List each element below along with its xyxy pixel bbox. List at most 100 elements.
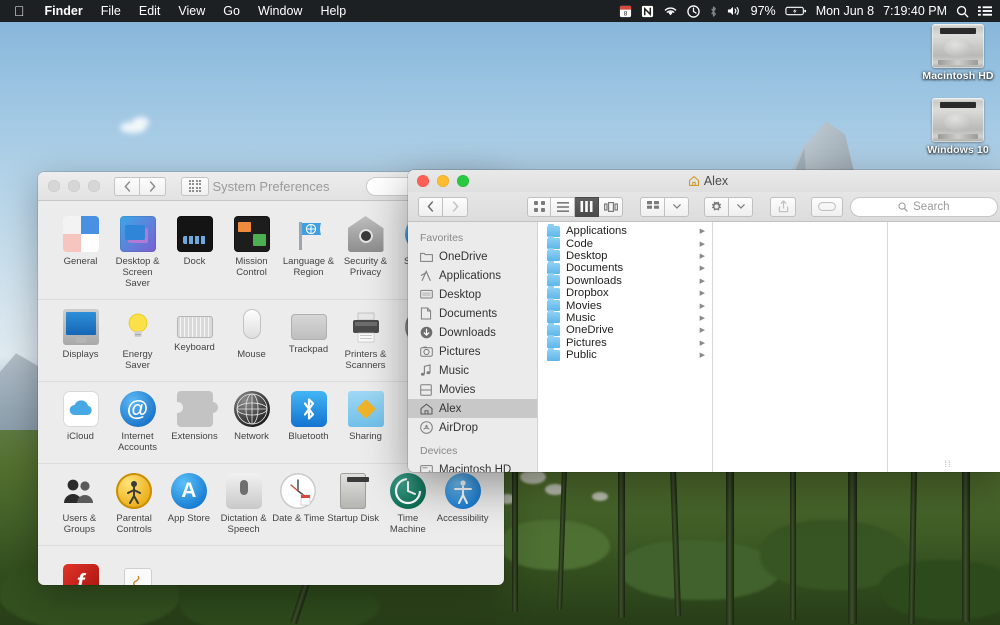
pref-pane-extensions[interactable]: Extensions (166, 391, 223, 453)
sidebar-item-alex[interactable]: Alex (408, 399, 537, 418)
file-row[interactable]: Music ▶ (538, 310, 712, 324)
pref-pane-internet-accounts[interactable]: @ Internet Accounts (109, 391, 166, 453)
pref-pane-flash-player[interactable]: f Flash Player (52, 564, 109, 585)
arrange-by-icon[interactable] (640, 196, 665, 217)
menu-item-go[interactable]: Go (214, 0, 249, 22)
pref-pane-accessibility[interactable]: Accessibility (435, 473, 490, 535)
menubar-time[interactable]: 7:19:40 PM (883, 4, 947, 18)
sidebar-item-music[interactable]: Music (408, 361, 537, 380)
pref-pane-dock[interactable]: Dock (166, 216, 223, 289)
apple-logo-icon[interactable]:  (10, 0, 36, 22)
file-row[interactable]: Code ▶ (538, 236, 712, 250)
battery-charging-icon[interactable] (785, 0, 807, 22)
pref-pane-dictation-speech[interactable]: Dictation & Speech (216, 473, 271, 535)
notes-icon[interactable] (641, 0, 654, 22)
file-row[interactable]: OneDrive ▶ (538, 322, 712, 336)
pref-pane-desktop-screensaver[interactable]: Desktop & Screen Saver (109, 216, 166, 289)
calendar-icon[interactable]: 8 (619, 0, 632, 22)
finder-column-2[interactable] (713, 222, 888, 472)
pref-pane-time-machine[interactable]: Time Machine (381, 473, 436, 535)
pref-pane-printers-scanners[interactable]: Printers & Scanners (337, 309, 394, 371)
notification-center-icon[interactable] (978, 0, 992, 22)
sidebar-item-documents[interactable]: Documents (408, 304, 537, 323)
sidebar-item-movies[interactable]: Movies (408, 380, 537, 399)
pref-pane-mouse[interactable]: Mouse (223, 309, 280, 371)
back-button[interactable] (418, 196, 443, 217)
minimize-button[interactable] (437, 175, 449, 187)
action-menu-button[interactable] (704, 196, 753, 217)
menu-item-finder[interactable]: Finder (36, 0, 92, 22)
pref-pane-icloud[interactable]: iCloud (52, 391, 109, 453)
icon-view-icon[interactable] (527, 196, 551, 217)
file-row[interactable]: Public ▶ (538, 347, 712, 361)
finder-search-input[interactable]: Search (849, 196, 998, 217)
finder-column-1[interactable]: Applications ▶ Code ▶ Desktop ▶ Documents ▶ … (538, 222, 713, 472)
timemachine-icon[interactable] (686, 0, 700, 22)
pref-pane-displays[interactable]: Displays (52, 309, 109, 371)
menu-item-window[interactable]: Window (249, 0, 311, 22)
file-row[interactable]: Applications ▶ (538, 223, 712, 237)
pref-pane-energy-saver[interactable]: Energy Saver (109, 309, 166, 371)
column-view-icon[interactable] (575, 196, 599, 217)
sidebar-item-airdrop[interactable]: AirDrop (408, 418, 537, 437)
pref-pane-date-time[interactable]: Date & Time (271, 473, 326, 535)
arrange-by-button[interactable] (640, 196, 689, 217)
pref-pane-network[interactable]: Network (223, 391, 280, 453)
sidebar-item-macintosh-hd[interactable]: Macintosh HD (408, 460, 537, 472)
pref-pane-sharing[interactable]: Sharing (337, 391, 394, 453)
volume-icon[interactable] (727, 0, 742, 22)
pref-pane-keyboard[interactable]: Keyboard (166, 309, 223, 371)
coverflow-view-icon[interactable] (599, 196, 623, 217)
spotlight-search-icon[interactable] (956, 0, 969, 22)
close-button[interactable] (48, 180, 60, 192)
file-row[interactable]: Desktop ▶ (538, 248, 712, 262)
column-resize-grip[interactable]: ⁞⁞ (944, 459, 951, 469)
menubar-date[interactable]: Mon Jun 8 (816, 4, 874, 18)
minimize-button[interactable] (68, 180, 80, 192)
file-row[interactable]: Pictures ▶ (538, 335, 712, 349)
desktop-icon-macintosh-hd[interactable]: Macintosh HD (916, 24, 1000, 82)
sidebar-item-pictures[interactable]: Pictures (408, 342, 537, 361)
sidebar-item-desktop[interactable]: Desktop (408, 285, 537, 304)
finder-window[interactable]: Alex Search Favorites OneDrive Applicati… (408, 170, 1000, 472)
pref-pane-startup-disk[interactable]: Startup Disk (326, 473, 381, 535)
menu-item-edit[interactable]: Edit (130, 0, 170, 22)
menu-item-file[interactable]: File (92, 0, 130, 22)
back-button[interactable] (114, 176, 140, 196)
finder-titlebar[interactable]: Alex (408, 170, 1000, 192)
pref-pane-trackpad[interactable]: Trackpad (280, 309, 337, 371)
sidebar-item-onedrive[interactable]: OneDrive (408, 247, 537, 266)
menu-item-help[interactable]: Help (311, 0, 355, 22)
tags-icon[interactable] (811, 196, 843, 217)
desktop-icon-windows-10[interactable]: Windows 10 (916, 98, 1000, 156)
close-button[interactable] (417, 175, 429, 187)
chevron-down-icon[interactable] (729, 196, 753, 217)
wifi-icon[interactable] (663, 0, 678, 22)
action-gear-icon[interactable] (704, 196, 729, 217)
maximize-button[interactable] (88, 180, 100, 192)
bluetooth-icon[interactable] (709, 0, 718, 22)
file-row[interactable]: Downloads ▶ (538, 273, 712, 287)
pref-pane-app-store[interactable]: A App Store (162, 473, 217, 535)
file-row[interactable]: Dropbox ▶ (538, 285, 712, 299)
pref-pane-java[interactable]: Java (109, 564, 166, 585)
file-row[interactable]: Documents ▶ (538, 260, 712, 274)
sidebar-item-downloads[interactable]: Downloads (408, 323, 537, 342)
sidebar-item-applications[interactable]: Applications (408, 266, 537, 285)
show-all-grid-icon[interactable] (181, 176, 209, 196)
maximize-button[interactable] (457, 175, 469, 187)
file-row[interactable]: Movies ▶ (538, 298, 712, 312)
pref-pane-general[interactable]: General (52, 216, 109, 289)
forward-button[interactable] (140, 176, 166, 196)
pref-pane-language-region[interactable]: Language & Region (280, 216, 337, 289)
share-icon[interactable] (770, 196, 797, 217)
chevron-down-icon[interactable] (665, 196, 689, 217)
pref-pane-parental-controls[interactable]: Parental Controls (107, 473, 162, 535)
list-view-icon[interactable] (551, 196, 575, 217)
pref-pane-mission-control[interactable]: Mission Control (223, 216, 280, 289)
menu-item-view[interactable]: View (169, 0, 214, 22)
pref-pane-security-privacy[interactable]: Security & Privacy (337, 216, 394, 289)
finder-column-3[interactable]: ⁞⁞ (888, 222, 1000, 472)
pref-pane-users-groups[interactable]: Users & Groups (52, 473, 107, 535)
pref-pane-bluetooth[interactable]: Bluetooth (280, 391, 337, 453)
